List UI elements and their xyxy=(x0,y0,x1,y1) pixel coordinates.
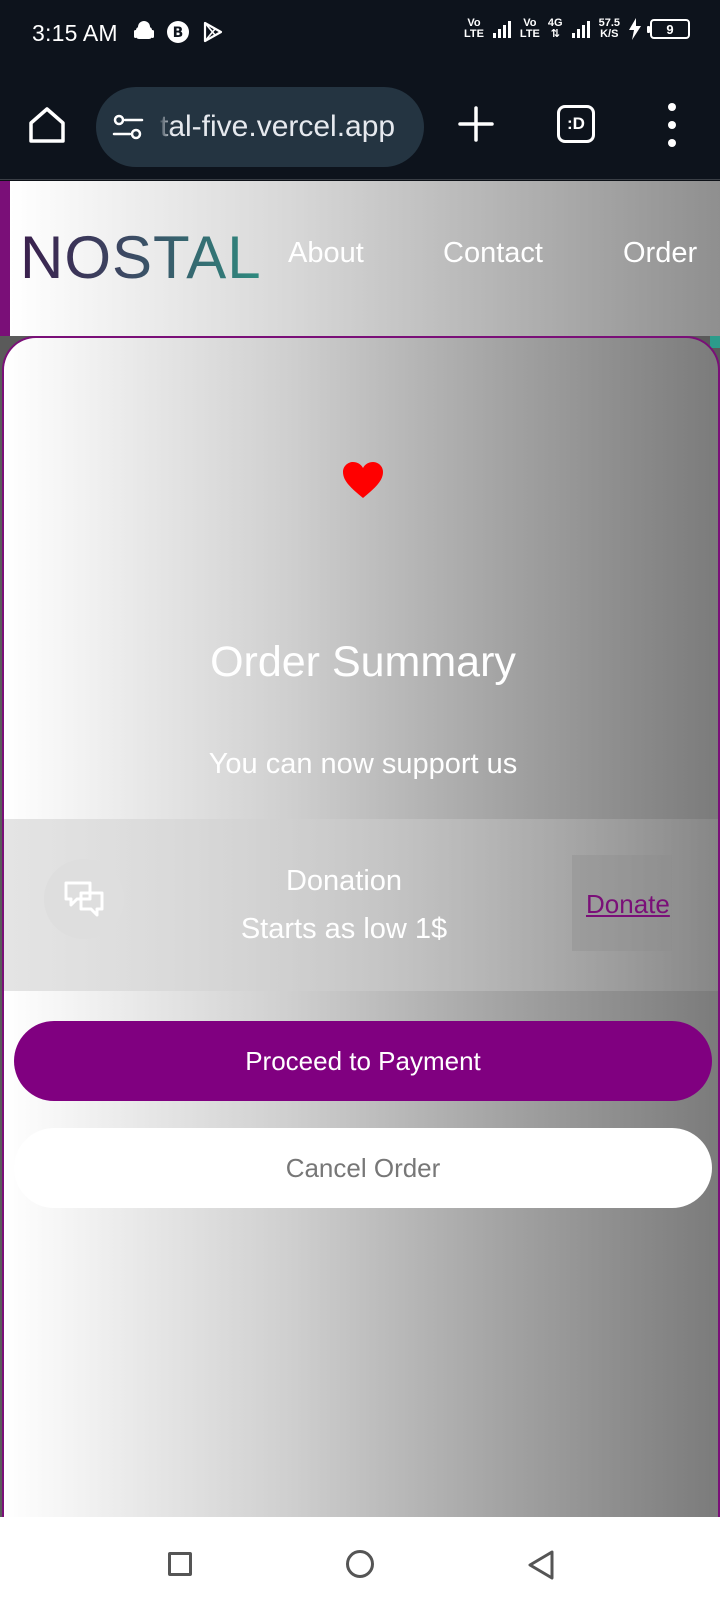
donation-row: Donation Starts as low 1$ Donate xyxy=(4,819,718,991)
plus-icon[interactable] xyxy=(456,104,496,144)
signal-icon xyxy=(492,21,511,38)
b-badge-icon: B xyxy=(167,21,189,43)
site-header: NOSTAL About Contact Order xyxy=(0,181,720,336)
nav-about[interactable]: About xyxy=(288,237,364,270)
chat-bubbles-icon xyxy=(64,881,104,917)
status-bar: 3:15 AM B Vo LTE Vo LTE 4G ⇅ 57.5 K/S 9 xyxy=(0,0,720,70)
recents-icon[interactable] xyxy=(168,1552,192,1576)
back-icon[interactable] xyxy=(526,1549,556,1581)
volte-indicator-2: Vo LTE xyxy=(519,17,540,40)
address-bar[interactable]: tal-five.vercel.app xyxy=(96,87,424,167)
data-arrows-icon: ⇅ xyxy=(550,28,560,40)
tune-icon[interactable] xyxy=(112,111,144,143)
play-store-icon xyxy=(203,21,223,43)
browser-toolbar: tal-five.vercel.app :D xyxy=(0,70,720,180)
svg-text:B: B xyxy=(173,25,184,41)
proceed-to-payment-button[interactable]: Proceed to Payment xyxy=(14,1021,712,1101)
order-summary-subtitle: You can now support us xyxy=(208,748,518,780)
order-summary-card: Order Summary You can now support us Don… xyxy=(2,336,720,1517)
web-page: NOSTAL About Contact Order Order Summary… xyxy=(0,181,720,1517)
header-accent xyxy=(710,336,720,348)
more-vert-icon[interactable] xyxy=(662,103,682,147)
chat-avatar xyxy=(44,859,124,939)
notification-icons: B xyxy=(134,20,224,44)
network-speed: 57.5 K/S xyxy=(598,17,620,40)
cancel-order-button[interactable]: Cancel Order xyxy=(14,1128,712,1208)
charging-bolt-icon xyxy=(629,18,641,40)
signal-icon-2 xyxy=(571,21,590,38)
network-type-indicator: 4G ⇅ xyxy=(547,17,563,40)
android-icon xyxy=(134,21,154,39)
volte-indicator-1: Vo LTE xyxy=(463,17,484,40)
url-text[interactable]: tal-five.vercel.app xyxy=(157,110,395,144)
heart-icon xyxy=(343,462,383,498)
donation-title: Donation xyxy=(285,865,403,897)
home-icon[interactable] xyxy=(26,104,68,146)
tabs-icon[interactable]: :D xyxy=(557,105,595,143)
home-nav-icon[interactable] xyxy=(346,1550,374,1578)
nav-order[interactable]: Order xyxy=(623,237,697,270)
donate-link[interactable]: Donate xyxy=(586,889,670,920)
site-logo[interactable]: NOSTAL xyxy=(20,223,262,292)
nav-contact[interactable]: Contact xyxy=(443,237,543,270)
system-nav-bar xyxy=(0,1517,720,1612)
donation-price: Starts as low 1$ xyxy=(240,913,448,945)
status-time: 3:15 AM xyxy=(32,20,118,46)
order-summary-title: Order Summary xyxy=(210,638,516,686)
system-indicators: Vo LTE Vo LTE 4G ⇅ 57.5 K/S 9 xyxy=(464,18,690,40)
battery-icon: 9 xyxy=(647,19,690,39)
